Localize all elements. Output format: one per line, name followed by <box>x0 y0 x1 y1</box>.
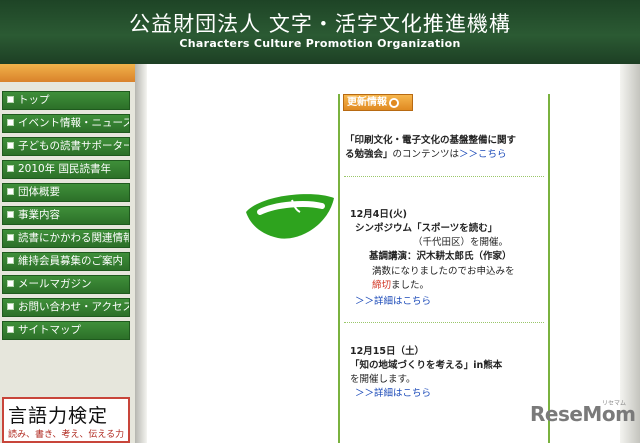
site-subtitle: Characters Culture Promotion Organizatio… <box>179 37 461 50</box>
event2-date: 12月15日（土） <box>350 346 424 357</box>
event1-venue: （千代田区）を開催。 <box>413 237 509 248</box>
event2-notice: を開催します。 <box>350 374 416 385</box>
nav-item-children-reading[interactable]: 子どもの読書サポーター <box>2 137 130 156</box>
content-edge-left <box>135 64 147 443</box>
nav-item-top[interactable]: トップ <box>2 91 130 110</box>
site-title[interactable]: 公益財団法人 文字・活字文化推進機構 <box>0 8 640 38</box>
square-bullet-icon <box>7 303 14 310</box>
nav-item-about[interactable]: 団体概要 <box>2 183 130 202</box>
nav-item-membership[interactable]: 維持会員募集のご案内 <box>2 252 130 271</box>
sidebar: トップ イベント情報・ニュース 子どもの読書サポーター 2010年 国民読書年 … <box>0 64 135 443</box>
nav-item-label: 2010年 国民読書年 <box>18 163 112 175</box>
language-test-banner[interactable]: 言語力検定 読み、書き、考え、伝える力 <box>2 397 130 443</box>
banner-title: 言語力検定 <box>8 405 109 427</box>
nav-item-mail-magazine[interactable]: メールマガジン <box>2 275 130 294</box>
update-heading-label: 更新情報 <box>347 97 387 108</box>
sidebar-accent-bar <box>0 64 135 82</box>
square-bullet-icon <box>7 326 14 333</box>
event1-notice-2: 締切ました。 <box>372 279 429 292</box>
square-bullet-icon <box>7 119 14 126</box>
divider <box>344 322 544 323</box>
update-intro-line1: 「印刷文化・電子文化の基盤整備に関す <box>345 135 517 146</box>
nav-item-label: イベント情報・ニュース <box>18 117 130 129</box>
event2-title: 「知の地域づくりを考える」in熊本 <box>350 360 503 371</box>
square-bullet-icon <box>7 188 14 195</box>
leaf-logo-icon <box>246 194 334 239</box>
event1-notice: 満数になりましたのでお申込みを <box>372 266 515 277</box>
site-header: 公益財団法人 文字・活字文化推進機構 Characters Culture Pr… <box>0 0 640 64</box>
event1-notice-tail: ました。 <box>391 280 430 291</box>
nav-item-label: トップ <box>18 94 50 106</box>
nav-item-related-info[interactable]: 読書にかかわる関連情報 <box>2 229 130 248</box>
event1-title: シンポジウム「スポーツを読む」 <box>355 223 498 234</box>
dot-icon: ● <box>389 98 399 108</box>
event2-details-link[interactable]: ＞＞詳細はこちら <box>355 387 431 400</box>
intro-link[interactable]: ＞＞こちら <box>459 149 507 160</box>
square-bullet-icon <box>7 211 14 218</box>
square-bullet-icon <box>7 96 14 103</box>
nav-item-label: 事業内容 <box>18 209 60 221</box>
square-bullet-icon <box>7 257 14 264</box>
event1-date: 12月4日(火) <box>350 209 408 220</box>
update-panel-heading: 更新情報 ● <box>343 94 413 111</box>
banner-tagline: 読み、書き、考え、伝える力 <box>8 430 125 440</box>
nav-item-label: 子どもの読書サポーター <box>18 140 130 152</box>
nav-item-label: 団体概要 <box>18 186 60 198</box>
event1-details-link[interactable]: ＞＞詳細はこちら <box>355 295 431 308</box>
nav-item-projects[interactable]: 事業内容 <box>2 206 130 225</box>
event1-closed: 締切 <box>372 280 392 291</box>
update-intro-title-tail: る勉強会」 <box>345 149 393 160</box>
update-intro-line2: る勉強会」のコンテンツは＞＞こちら <box>345 148 507 161</box>
nav-item-contact-access[interactable]: お問い合わせ・アクセス <box>2 298 130 317</box>
square-bullet-icon <box>7 280 14 287</box>
nav-item-events-news[interactable]: イベント情報・ニュース <box>2 114 130 133</box>
square-bullet-icon <box>7 165 14 172</box>
nav-item-label: お問い合わせ・アクセス <box>18 301 130 313</box>
event1-keynote: 基調講演：沢木耕太郎氏（作家） <box>369 251 512 262</box>
nav-item-label: メールマガジン <box>18 278 92 290</box>
nav-item-label: 維持会員募集のご案内 <box>18 255 123 267</box>
square-bullet-icon <box>7 234 14 241</box>
content-edge-right <box>620 64 640 443</box>
nav-item-sitemap[interactable]: サイトマップ <box>2 321 130 340</box>
resemom-watermark-sub: リセマム <box>602 400 627 407</box>
square-bullet-icon <box>7 142 14 149</box>
nav-item-label: 読書にかかわる関連情報 <box>18 232 130 244</box>
update-intro-text: のコンテンツは <box>392 149 460 160</box>
nav-item-reading-year-2010[interactable]: 2010年 国民読書年 <box>2 160 130 179</box>
divider <box>344 176 544 177</box>
nav-item-label: サイトマップ <box>18 324 81 336</box>
